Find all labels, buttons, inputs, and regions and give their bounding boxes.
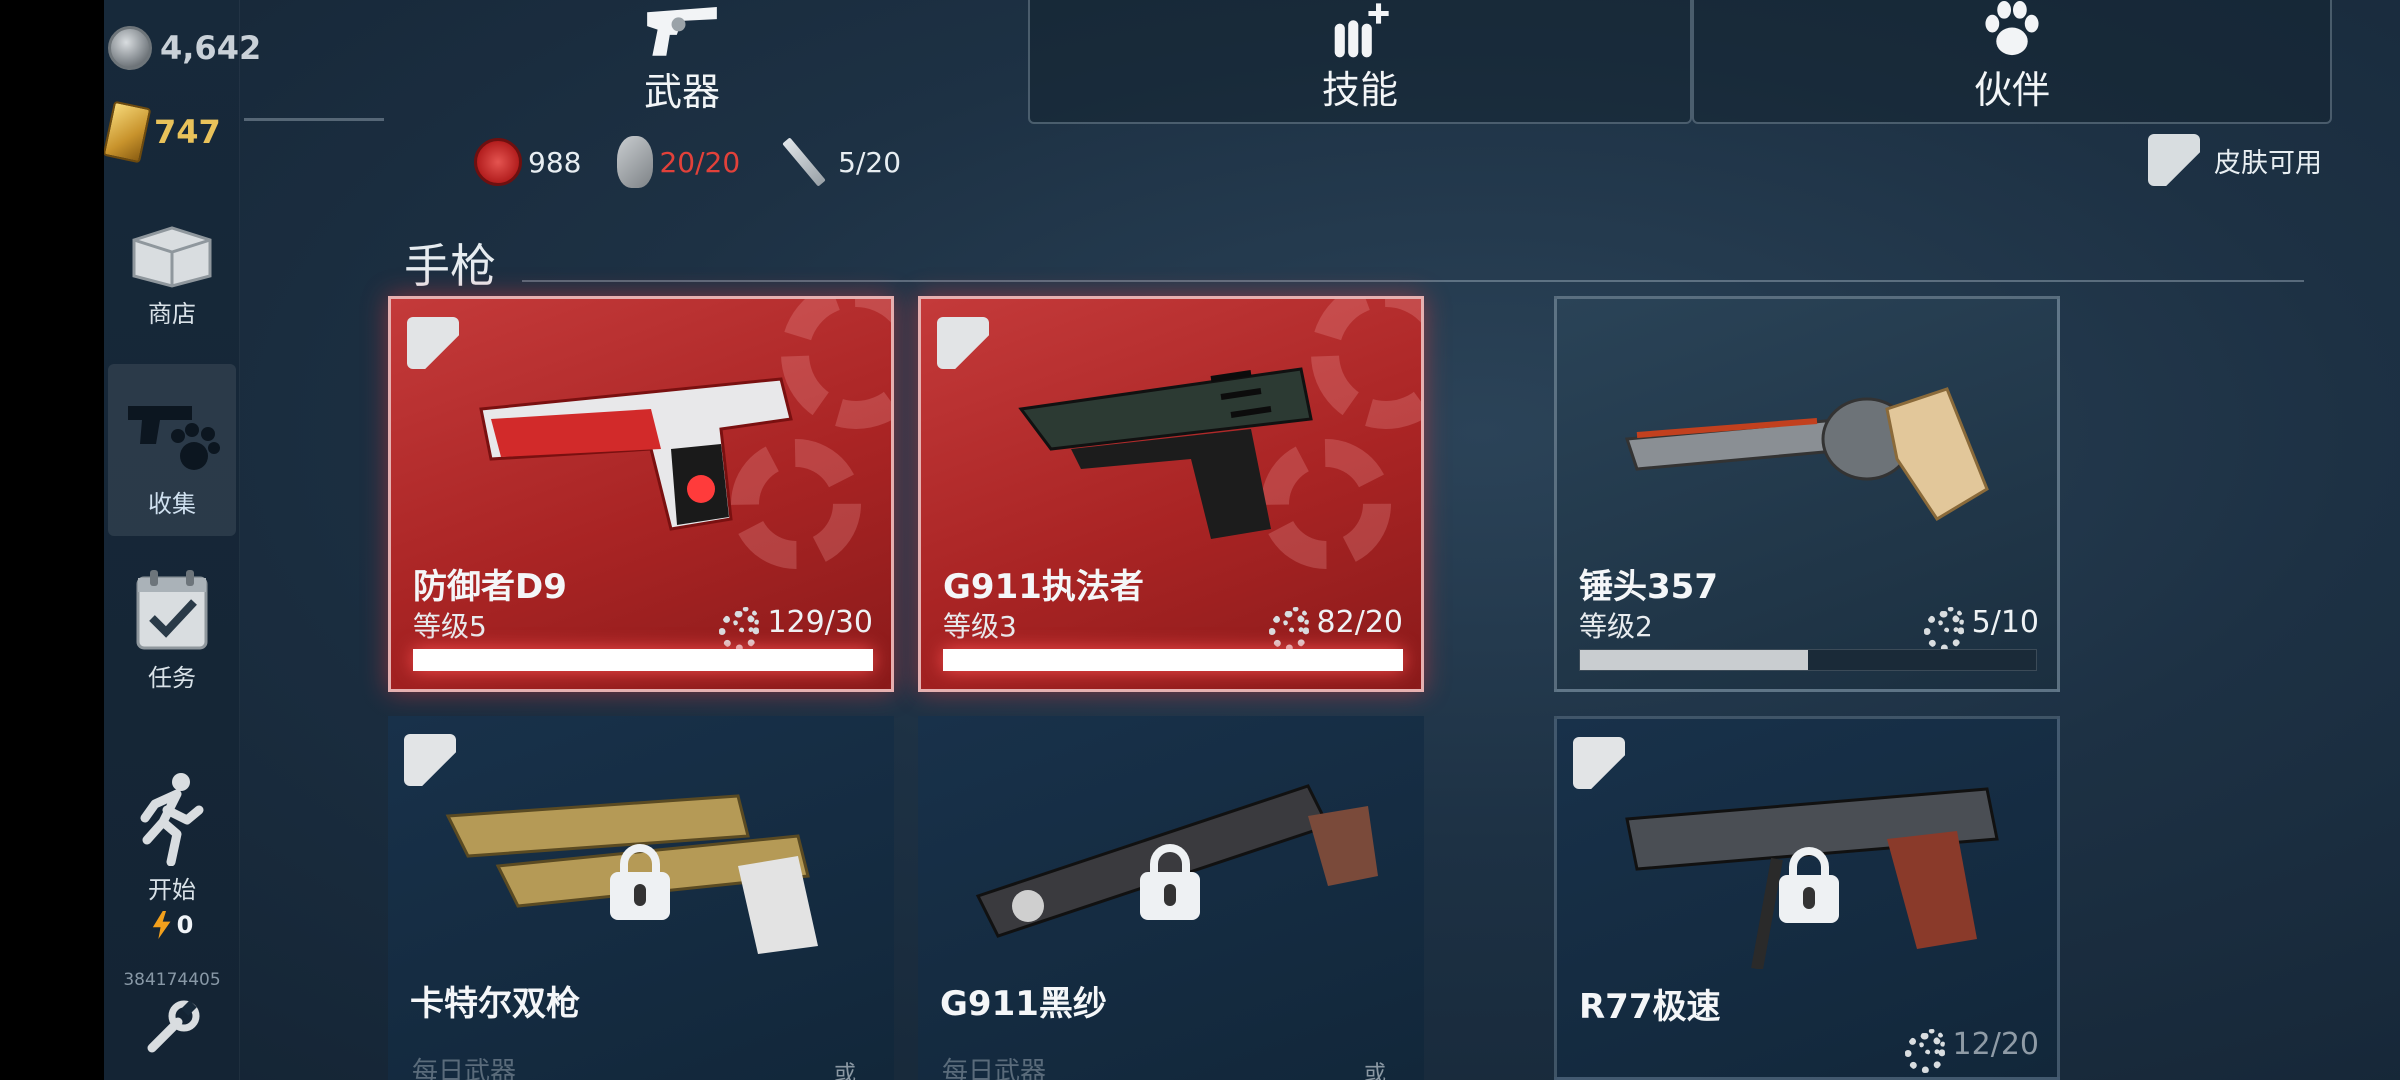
- or-label: 或: [833, 1062, 856, 1080]
- daily-weapon-label: 每日武器: [942, 1057, 1047, 1080]
- skin-tag-icon: [2148, 134, 2200, 186]
- sidebar-item-shop[interactable]: 商店: [108, 210, 236, 344]
- lock-icon: [1779, 847, 1839, 923]
- weapon-level: 等级5: [413, 610, 487, 643]
- skins-available-indicator: 皮肤可用: [2148, 134, 2322, 186]
- skin-tag-icon: [937, 317, 989, 369]
- sidebar-item-label: 任务: [148, 664, 196, 692]
- daily-weapon-label: 每日武器: [412, 1057, 517, 1080]
- upgrade-progress-bar: [413, 649, 873, 671]
- lock-icon: [1140, 844, 1200, 920]
- sidebar-item-label: 开始: [148, 876, 196, 904]
- lock-icon: [610, 844, 670, 920]
- chest-icon: [132, 226, 212, 288]
- gold-currency[interactable]: 747: [104, 100, 221, 164]
- knife-resource: 5/20: [776, 137, 902, 187]
- weapon-card[interactable]: 防御者D9 等级5 129/30: [388, 296, 894, 692]
- weapon-card-locked[interactable]: G911黑纱 或 每日武器: [918, 716, 1424, 1080]
- section-title: 手枪: [404, 239, 496, 293]
- weapon-name: 锤头357: [1579, 567, 1718, 607]
- running-man-icon: [140, 773, 204, 866]
- grenade-icon: [617, 136, 654, 188]
- tab-label: 伙伴: [1973, 68, 2050, 112]
- tab-label: 武器: [643, 70, 720, 114]
- sidebar-item-collection[interactable]: 收集: [108, 364, 236, 536]
- sidebar-item-missions[interactable]: 任务: [108, 566, 236, 706]
- silver-currency[interactable]: 4,642: [108, 26, 261, 70]
- parts-count: 129/30: [767, 605, 873, 640]
- knife-icon: [782, 137, 826, 187]
- weapon-name: 卡特尔双枪: [410, 984, 580, 1024]
- badge-icon: [474, 138, 522, 186]
- progress-fill: [1580, 650, 1808, 670]
- bullets-plus-icon: [1334, 3, 1389, 58]
- weapon-level: 等级3: [943, 610, 1017, 643]
- grenade-resource: 20/20: [617, 136, 740, 188]
- sidebar-item-start[interactable]: 开始 0: [108, 770, 236, 950]
- upgrade-progress-bar: [943, 649, 1403, 671]
- tab-skills[interactable]: 技能: [1028, 0, 1692, 124]
- tab-label: 技能: [1321, 68, 1398, 112]
- weapon-level: 等级2: [1579, 610, 1653, 643]
- parts-count: 12/20: [1952, 1027, 2039, 1062]
- energy-counter: 0: [151, 911, 194, 939]
- screen-edge: [0, 0, 104, 1080]
- weapon-parts: 82/20: [1268, 605, 1403, 651]
- skin-tag-icon: [407, 317, 459, 369]
- weapon-name: G911执法者: [943, 567, 1144, 607]
- silver-coin-icon: [108, 26, 152, 70]
- energy-amount: 0: [176, 911, 194, 939]
- parts-count: 82/20: [1316, 605, 1403, 640]
- skins-available-label: 皮肤可用: [2214, 147, 2322, 179]
- tab-weapons[interactable]: 武器: [380, 0, 984, 124]
- energy-bolt-icon: [152, 911, 171, 939]
- gears-icon: [1923, 606, 1964, 651]
- paw-icon: [1985, 0, 2039, 56]
- weapon-parts: 12/20: [1904, 1027, 2039, 1073]
- parts-count: 5/10: [1971, 605, 2039, 640]
- weapon-parts: 129/30: [719, 605, 873, 651]
- gears-icon: [1268, 606, 1309, 651]
- settings-button[interactable]: [108, 1000, 236, 1064]
- badge-resource: 988: [474, 138, 581, 186]
- weapon-name: 防御者D9: [413, 567, 567, 607]
- grenade-count: 20/20: [659, 145, 741, 179]
- sidebar-item-label: 收集: [148, 490, 196, 518]
- weapon-card-locked[interactable]: 卡特尔双枪 或 每日武器: [388, 716, 894, 1080]
- weapon-parts: 5/10: [1923, 605, 2039, 651]
- gears-icon: [719, 606, 760, 651]
- gun-paw-icon: [128, 406, 220, 470]
- knife-count: 5/20: [838, 145, 902, 179]
- revolver-image: [1624, 387, 1989, 522]
- game-screen: 4,642 747 商店 收集 任务 开始 0 384174405 武器 技能 …: [104, 0, 2400, 1080]
- upgrade-progress-bar: [1579, 649, 2037, 671]
- weapon-name: G911黑纱: [940, 984, 1107, 1024]
- or-label: 或: [1363, 1062, 1386, 1080]
- gold-bar-icon: [104, 100, 152, 164]
- gold-amount: 747: [154, 113, 221, 151]
- wrench-icon: [147, 1000, 200, 1053]
- badge-count: 988: [528, 145, 582, 179]
- player-id: 384174405: [123, 970, 221, 990]
- divider: [522, 280, 2304, 282]
- gears-icon: [1904, 1028, 1945, 1073]
- tab-partner[interactable]: 伙伴: [1692, 0, 2332, 124]
- weapon-card[interactable]: G911执法者 等级3 82/20: [918, 296, 1424, 692]
- pistol-image: [1018, 367, 1313, 539]
- resource-bar: 988 20/20 5/20: [474, 136, 901, 188]
- revolver-icon: [647, 6, 717, 56]
- pistol-image: [479, 377, 793, 531]
- progress-fill: [943, 649, 1403, 671]
- calendar-check-icon: [136, 570, 208, 650]
- divider: [244, 118, 384, 121]
- weapon-card[interactable]: 锤头357 等级2 5/10: [1554, 296, 2060, 692]
- silver-amount: 4,642: [160, 29, 262, 67]
- sidebar-item-label: 商店: [148, 300, 196, 328]
- weapon-name: R77极速: [1579, 987, 1721, 1027]
- sidebar: 4,642 747 商店 收集 任务 开始 0 384174405: [104, 0, 261, 1080]
- progress-fill: [413, 649, 873, 671]
- weapon-card-locked[interactable]: R77极速 12/20: [1554, 716, 2060, 1080]
